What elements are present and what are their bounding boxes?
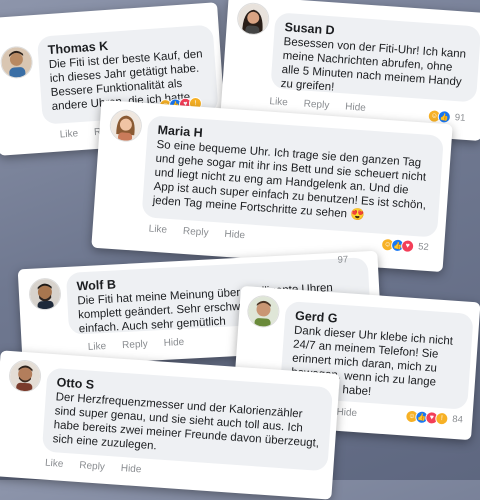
reply-link[interactable]: Reply bbox=[79, 460, 105, 473]
hide-link[interactable]: Hide bbox=[163, 337, 184, 349]
comment-actions: Hide bbox=[336, 407, 373, 421]
reaction-count: 97 bbox=[337, 254, 349, 266]
comment-actions: Like Reply Hide bbox=[148, 224, 261, 243]
avatar[interactable] bbox=[7, 358, 43, 394]
reaction-count: 52 bbox=[417, 241, 430, 254]
love-icon: ♥ bbox=[400, 239, 415, 254]
like-link[interactable]: Like bbox=[59, 128, 78, 140]
avatar[interactable] bbox=[246, 294, 281, 329]
reaction-summary[interactable]: ☺ 👍 ♥ 52 bbox=[380, 237, 430, 254]
reaction-summary[interactable]: 97 bbox=[333, 254, 348, 266]
avatar[interactable] bbox=[28, 277, 62, 311]
avatar[interactable] bbox=[236, 1, 271, 36]
hide-link[interactable]: Hide bbox=[345, 101, 366, 113]
comment-bubble: Otto S Der Herzfrequenzmesser und der Ka… bbox=[41, 367, 334, 472]
like-link[interactable]: Like bbox=[269, 96, 288, 108]
reply-link[interactable]: Reply bbox=[183, 226, 209, 239]
comment-bubble: Maria H So eine bequeme Uhr. Ich trage s… bbox=[141, 115, 444, 238]
like-link[interactable]: Like bbox=[88, 341, 107, 353]
comment-card-maria: Maria H So eine bequeme Uhr. Ich trage s… bbox=[91, 99, 453, 273]
avatar[interactable] bbox=[0, 45, 34, 80]
comment-bubble: Susan D Besessen von der Fiti-Uhr! Ich k… bbox=[270, 12, 480, 103]
reaction-count: 91 bbox=[454, 112, 466, 124]
comment-actions: Like Reply Hide bbox=[45, 458, 158, 477]
reply-link[interactable]: Reply bbox=[303, 99, 329, 112]
hide-link[interactable]: Hide bbox=[224, 229, 245, 241]
comment-actions: Like Reply Hide bbox=[88, 336, 201, 353]
avatar[interactable] bbox=[108, 108, 143, 143]
hide-link[interactable]: Hide bbox=[120, 463, 141, 475]
like-icon: 👍 bbox=[437, 109, 452, 124]
reaction-count: 84 bbox=[451, 413, 464, 426]
reply-link[interactable]: Reply bbox=[122, 339, 148, 351]
wow-icon: ! bbox=[434, 411, 449, 426]
comment-card-otto: Otto S Der Herzfrequenzmesser und der Ka… bbox=[0, 350, 340, 500]
hide-link[interactable]: Hide bbox=[336, 407, 357, 419]
like-link[interactable]: Like bbox=[148, 224, 167, 236]
like-link[interactable]: Like bbox=[45, 458, 64, 470]
reaction-summary[interactable]: ☺ 👍 ♥! 84 bbox=[404, 409, 464, 427]
